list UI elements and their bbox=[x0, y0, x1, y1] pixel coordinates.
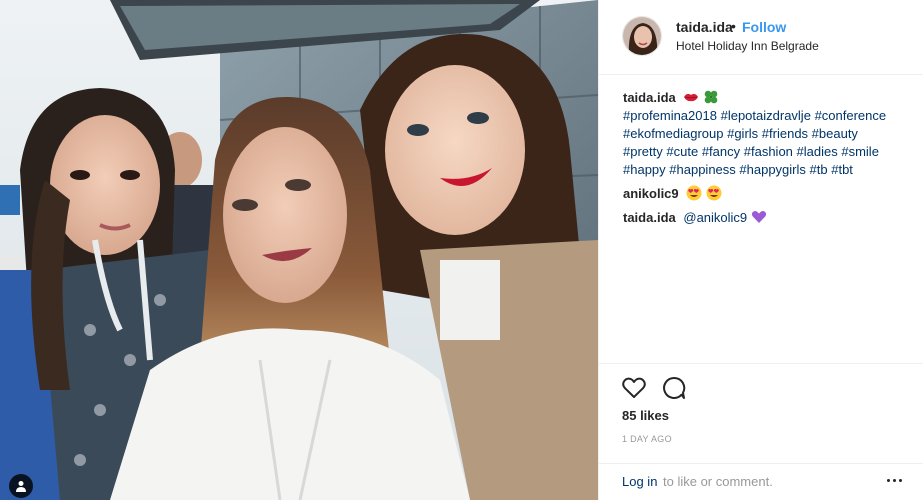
heart-eyes-emoji bbox=[706, 185, 722, 201]
hashtag-link[interactable]: #cute bbox=[666, 144, 698, 159]
hashtag-link[interactable]: #conference bbox=[815, 108, 887, 123]
hashtag-link[interactable]: #profemina2018 bbox=[623, 108, 717, 123]
caption: taida.ida bbox=[623, 89, 913, 107]
hashtag-link[interactable]: #happygirls bbox=[739, 162, 806, 177]
hashtag-link[interactable]: #girls bbox=[727, 126, 758, 141]
hashtag-link[interactable]: #happiness bbox=[669, 162, 736, 177]
avatar-image bbox=[623, 17, 661, 55]
kiss-lips-emoji bbox=[684, 93, 699, 102]
hashtag-link[interactable]: #pretty bbox=[623, 144, 663, 159]
hashtag-link[interactable]: #beauty bbox=[812, 126, 858, 141]
caption-username[interactable]: taida.ida bbox=[623, 90, 676, 105]
comment-username[interactable]: taida.ida bbox=[623, 210, 676, 225]
comment-item: taida.ida @anikolic9 bbox=[623, 209, 913, 227]
heart-icon[interactable] bbox=[621, 375, 647, 401]
user-tag-button[interactable] bbox=[9, 474, 33, 498]
login-prompt-text: to like or comment. bbox=[663, 474, 773, 489]
post-actions: 85 likes 1 DAY AGO bbox=[599, 363, 923, 444]
comment-icon[interactable] bbox=[661, 375, 687, 401]
post-author-username[interactable]: taida.ida bbox=[676, 19, 733, 35]
post-timestamp: 1 DAY AGO bbox=[622, 434, 672, 444]
hashtag-link[interactable]: #ladies bbox=[797, 144, 838, 159]
comment-item: anikolic9 bbox=[623, 185, 913, 203]
post-sidebar: taida.ida • Follow Hotel Holiday Inn Bel… bbox=[598, 0, 923, 500]
separator-dot: • bbox=[731, 18, 736, 34]
hashtag-link[interactable]: #fancy bbox=[702, 144, 740, 159]
comments-list: taida.ida #profemina2018 #lepotaizdravlj… bbox=[623, 89, 913, 227]
hashtag-link[interactable]: #smile bbox=[841, 144, 879, 159]
follow-button[interactable]: Follow bbox=[742, 19, 786, 35]
avatar[interactable] bbox=[622, 16, 662, 56]
post-footer: Log in to like or comment. bbox=[599, 463, 923, 500]
instagram-post: taida.ida • Follow Hotel Holiday Inn Bel… bbox=[0, 0, 923, 500]
login-link[interactable]: Log in bbox=[622, 474, 657, 489]
comment-username[interactable]: anikolic9 bbox=[623, 186, 679, 201]
purple-heart-emoji bbox=[751, 210, 766, 223]
four-leaf-clover-emoji bbox=[704, 90, 718, 104]
likes-count[interactable]: 85 likes bbox=[622, 408, 669, 423]
post-location[interactable]: Hotel Holiday Inn Belgrade bbox=[676, 39, 819, 53]
post-header: taida.ida • Follow Hotel Holiday Inn Bel… bbox=[599, 0, 923, 75]
hashtag-link[interactable]: #friends bbox=[762, 126, 808, 141]
hashtag-link[interactable]: #tbt bbox=[831, 162, 853, 177]
hashtag-link[interactable]: #fashion bbox=[744, 144, 793, 159]
post-photo[interactable] bbox=[0, 0, 598, 500]
mention-link[interactable]: @anikolic9 bbox=[683, 210, 747, 225]
hashtag-link[interactable]: #happy bbox=[623, 162, 666, 177]
hashtag-link[interactable]: #lepotaizdravlje bbox=[721, 108, 811, 123]
person-icon bbox=[16, 481, 26, 492]
hashtag-link[interactable]: #ekofmediagroup bbox=[623, 126, 723, 141]
caption-hashtags: #profemina2018 #lepotaizdravlje #confere… bbox=[623, 107, 913, 179]
selfie-photo-illustration bbox=[0, 0, 598, 500]
heart-eyes-emoji bbox=[686, 185, 702, 201]
hashtag-link[interactable]: #tb bbox=[810, 162, 828, 177]
more-options-icon[interactable] bbox=[887, 472, 907, 488]
